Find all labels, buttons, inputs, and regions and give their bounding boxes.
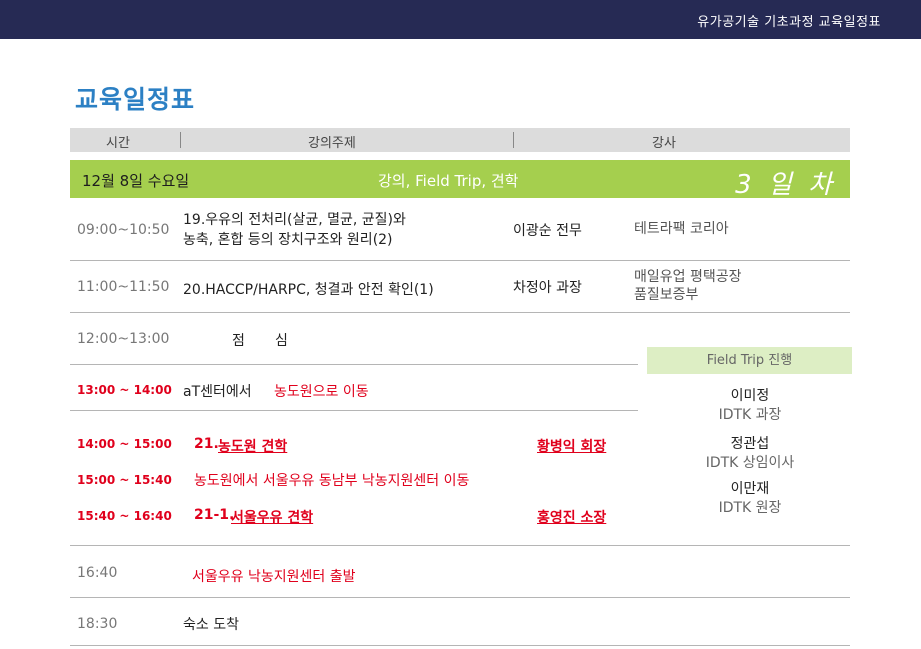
row-host: 홍영진 소장 (537, 507, 606, 527)
row-divider (70, 545, 850, 546)
row-number: 21. (194, 436, 219, 452)
column-header-time: 시간 (106, 136, 130, 151)
day-band: 12월 8일 수요일 강의, Field Trip, 견학 3 일 차 (70, 160, 850, 200)
row-company-line: 품질보증부 (634, 287, 699, 303)
row-topic: 서울우유 견학 (231, 507, 313, 527)
guide-entry: 정관섭 IDTK 상임이사 (660, 435, 840, 473)
guide-role: IDTK 원장 (718, 500, 782, 516)
guide-name: 이미정 (730, 388, 770, 404)
column-header-topic: 강의주제 (308, 136, 356, 151)
row-divider (70, 364, 638, 365)
row-topic: 20.HACCP/HARPC, 청결과 안전 확인(1) (183, 282, 434, 298)
guide-role: IDTK 상임이사 (705, 455, 795, 471)
row-divider (70, 260, 850, 261)
row-prefix: aT센터에서 (183, 384, 252, 400)
row-topic-line: 농축, 혼합 등의 장치구조와 원리(2) (183, 232, 393, 248)
row-lecturer: 차정아 과장 (513, 280, 582, 296)
column-divider (180, 132, 181, 148)
row-divider (70, 645, 850, 646)
row-time: 13:00 ~ 14:00 (77, 383, 172, 397)
row-host-text: 황병익 회장 (537, 439, 607, 455)
top-banner: 유가공기술 기초과정 교육일정표 (0, 0, 921, 39)
guide-name: 이만재 (730, 481, 770, 497)
lunch-label-part: 점 (232, 333, 245, 349)
guide-entry: 이만재 IDTK 원장 (660, 480, 840, 518)
row-text: 서울우유 낙농지원센터 출발 (192, 569, 356, 585)
lunch-label-part: 심 (275, 333, 288, 349)
document-header-title: 유가공기술 기초과정 교육일정표 (697, 15, 881, 30)
row-divider (70, 312, 850, 313)
row-host-text: 홍영진 소장 (537, 510, 607, 526)
row-time: 18:30 (77, 616, 118, 632)
field-trip-badge: Field Trip 진행 (647, 347, 852, 374)
row-time: 16:40 (77, 565, 118, 581)
row-topic-text: 서울우유 견학 (231, 510, 314, 526)
day-topic: 강의, Field Trip, 견학 (378, 172, 519, 190)
row-time: 12:00~13:00 (77, 331, 170, 347)
row-topic: 19.우유의 전처리(살균, 멸균, 균질)와 농축, 혼합 등의 장치구조와 … (183, 210, 406, 250)
row-lecturer: 이광순 전무 (513, 223, 582, 239)
row-time: 09:00~10:50 (77, 222, 170, 238)
column-divider (513, 132, 514, 148)
row-company: 매일유업 평택공장 품질보증부 (634, 268, 742, 304)
row-time: 15:40 ~ 16:40 (77, 509, 172, 523)
row-topic: 농도원 견학 (218, 436, 287, 456)
guide-role: IDTK 과장 (718, 407, 782, 423)
row-divider (70, 410, 638, 411)
column-header-lecturer: 강사 (652, 136, 676, 151)
row-move: 농도원으로 이동 (274, 384, 369, 400)
row-time: 15:00 ~ 15:40 (77, 473, 172, 487)
row-host: 황병익 회장 (537, 436, 606, 456)
row-company: 테트라팩 코리아 (634, 221, 729, 237)
guide-entry: 이미정 IDTK 과장 (660, 387, 840, 425)
row-move: 농도원에서 서울우유 동남부 낙농지원센터 이동 (194, 473, 470, 489)
row-divider (70, 597, 850, 598)
day-number: 3 일 차 (735, 170, 836, 200)
row-time: 11:00~11:50 (77, 279, 170, 295)
row-topic-text: 농도원 견학 (218, 439, 288, 455)
row-topic-line: 19.우유의 전처리(살균, 멸균, 균질)와 (183, 212, 406, 228)
day-date: 12월 8일 수요일 (82, 172, 190, 190)
table-header: 시간 강의주제 강사 (70, 128, 850, 152)
page-title: 교육일정표 (75, 85, 196, 114)
guide-name: 정관섭 (730, 436, 770, 452)
row-time: 14:00 ~ 15:00 (77, 437, 172, 451)
row-number: 21-1. (194, 507, 235, 523)
row-company-line: 매일유업 평택공장 (634, 269, 742, 285)
row-text: 숙소 도착 (183, 617, 239, 633)
